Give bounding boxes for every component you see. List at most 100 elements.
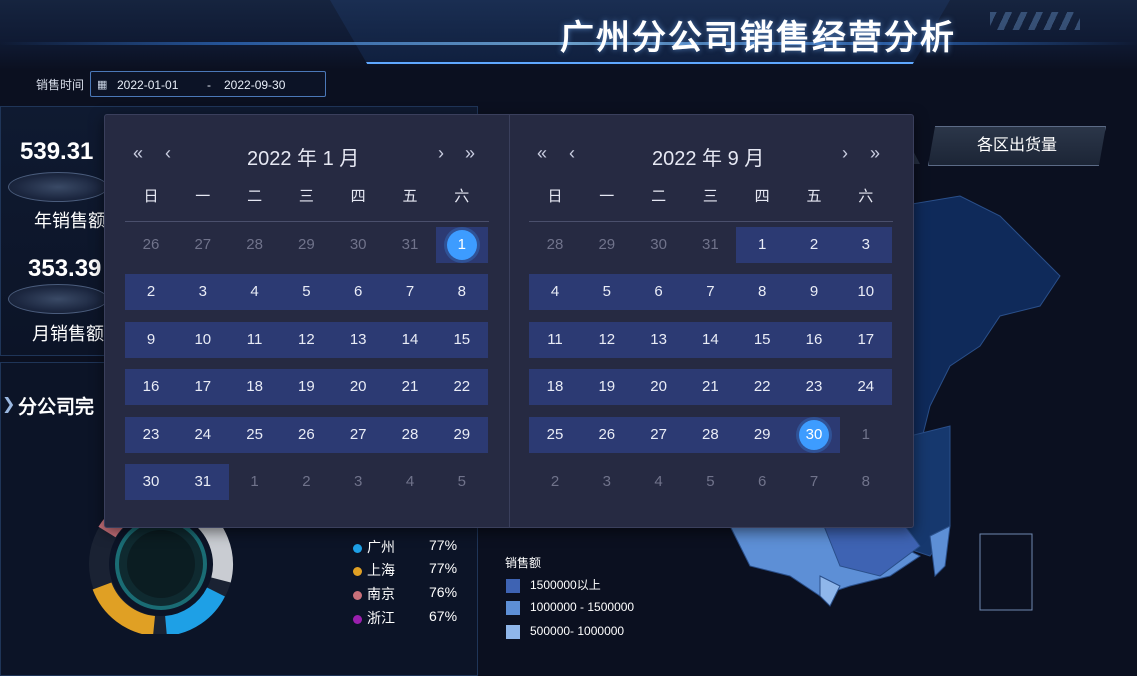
next-year-button[interactable]: »: [870, 143, 880, 164]
calendar-day-left[interactable]: 30: [332, 227, 384, 263]
calendar-day-left[interactable]: 5: [280, 274, 333, 310]
calendar-day-right[interactable]: 4: [633, 464, 685, 500]
calendar-day-left[interactable]: 20: [332, 369, 385, 405]
selected-day-bubble[interactable]: 30: [799, 420, 829, 450]
next-month-button-left[interactable]: ›: [438, 143, 444, 164]
calendar-day-right[interactable]: 4: [529, 274, 581, 310]
calendar-day-right[interactable]: 7: [684, 274, 737, 310]
calendar-day-right[interactable]: 1: [736, 227, 789, 263]
calendar-day-right[interactable]: 2: [529, 464, 581, 500]
calendar-day-left[interactable]: 27: [177, 227, 229, 263]
start-date[interactable]: 2022-01-01: [117, 78, 178, 92]
legend-swatch: [506, 624, 520, 639]
calendar-day-right[interactable]: 26: [580, 417, 633, 453]
calendar-day-left[interactable]: 10: [176, 322, 229, 358]
calendar-day-left[interactable]: 18: [228, 369, 281, 405]
calendar-day-left[interactable]: 6: [332, 274, 385, 310]
calendar-day-left[interactable]: 4: [384, 464, 436, 500]
calendar-day-right[interactable]: 27: [632, 417, 685, 453]
end-date[interactable]: 2022-09-30: [224, 78, 285, 92]
calendar-day-right[interactable]: 9: [788, 274, 840, 310]
date-range-picker[interactable]: « ‹ 2022 年 1 月 › » « ‹ 2022 年 9 月 › » 日 一…: [104, 114, 914, 528]
prev-month-button[interactable]: ‹: [165, 143, 171, 164]
tab-regional-shipments[interactable]: 各区出货量: [928, 126, 1106, 166]
calendar-day-left[interactable]: 17: [176, 369, 229, 405]
calendar-day-left[interactable]: 26: [280, 417, 333, 453]
calendar-day-left[interactable]: 5: [436, 464, 488, 500]
calendar-day-left[interactable]: 22: [435, 369, 488, 405]
calendar-day-left[interactable]: 16: [125, 369, 177, 405]
calendar-day-right[interactable]: 19: [580, 369, 633, 405]
calendar-day-left[interactable]: 28: [384, 417, 436, 453]
calendar-day-right[interactable]: 5: [580, 274, 633, 310]
calendar-day-right[interactable]: 30: [788, 417, 840, 453]
calendar-day-left[interactable]: 31: [176, 464, 229, 500]
calendar-day-left[interactable]: 4: [228, 274, 281, 310]
calendar-day-right[interactable]: 25: [529, 417, 581, 453]
date-range-input[interactable]: ▦ 2022-01-01 - 2022-09-30: [90, 71, 326, 97]
calendar-day-right[interactable]: 13: [632, 322, 685, 358]
calendar-day-right[interactable]: 18: [529, 369, 581, 405]
calendar-day-left[interactable]: 15: [435, 322, 488, 358]
calendar-day-left[interactable]: 3: [332, 464, 384, 500]
calendar-day-right[interactable]: 5: [684, 464, 736, 500]
calendar-day-right[interactable]: 10: [839, 274, 892, 310]
calendar-day-left[interactable]: 14: [384, 322, 436, 358]
calendar-day-left[interactable]: 24: [176, 417, 229, 453]
prev-month-button-right[interactable]: ‹: [569, 143, 575, 164]
calendar-day-left[interactable]: 21: [384, 369, 436, 405]
calendar-day-right[interactable]: 12: [580, 322, 633, 358]
calendar-day-right[interactable]: 31: [684, 227, 736, 263]
calendar-day-left[interactable]: 12: [280, 322, 333, 358]
calendar-day-right[interactable]: 21: [684, 369, 737, 405]
calendar-day-right[interactable]: 3: [839, 227, 892, 263]
calendar-day-right[interactable]: 6: [736, 464, 788, 500]
prev-year-button-right[interactable]: «: [537, 143, 547, 164]
calendar-day-right[interactable]: 8: [840, 464, 892, 500]
selected-day-bubble[interactable]: 1: [446, 230, 477, 260]
calendar-day-right[interactable]: 17: [839, 322, 892, 358]
calendar-day-left[interactable]: 9: [125, 322, 177, 358]
calendar-day-right[interactable]: 1: [840, 417, 892, 453]
calendar-day-left[interactable]: 19: [280, 369, 333, 405]
calendar-day-right[interactable]: 28: [529, 227, 581, 263]
calendar-day-left[interactable]: 27: [332, 417, 385, 453]
calendar-day-right[interactable]: 15: [736, 322, 789, 358]
calendar-day-left[interactable]: 7: [384, 274, 436, 310]
calendar-day-right[interactable]: 29: [736, 417, 789, 453]
calendar-day-left[interactable]: 28: [229, 227, 281, 263]
calendar-day-right[interactable]: 2: [788, 227, 840, 263]
calendar-day-left[interactable]: 11: [228, 322, 281, 358]
calendar-day-left[interactable]: 25: [228, 417, 281, 453]
calendar-day-right[interactable]: 7: [788, 464, 840, 500]
next-month-button[interactable]: ›: [842, 143, 848, 164]
calendar-day-left[interactable]: 1: [435, 227, 488, 263]
calendar-day-right[interactable]: 11: [529, 322, 581, 358]
calendar-day-right[interactable]: 6: [632, 274, 685, 310]
calendar-day-left[interactable]: 2: [125, 274, 177, 310]
next-year-button-left[interactable]: »: [465, 143, 475, 164]
calendar-day-left[interactable]: 8: [435, 274, 488, 310]
calendar-day-right[interactable]: 28: [684, 417, 737, 453]
calendar-day-left[interactable]: 31: [384, 227, 436, 263]
calendar-day-right[interactable]: 20: [632, 369, 685, 405]
calendar-day-right[interactable]: 29: [581, 227, 633, 263]
prev-year-button[interactable]: «: [133, 143, 143, 164]
calendar-day-left[interactable]: 29: [435, 417, 488, 453]
calendar-day-left[interactable]: 23: [125, 417, 177, 453]
calendar-day-right[interactable]: 23: [788, 369, 840, 405]
calendar-day-right[interactable]: 3: [581, 464, 633, 500]
calendar-day-left[interactable]: 30: [125, 464, 177, 500]
calendar-day-right[interactable]: 30: [633, 227, 685, 263]
calendar-day-right[interactable]: 8: [736, 274, 789, 310]
calendar-day-left[interactable]: 1: [229, 464, 281, 500]
calendar-day-left[interactable]: 26: [125, 227, 177, 263]
calendar-day-left[interactable]: 29: [280, 227, 332, 263]
calendar-day-left[interactable]: 3: [176, 274, 229, 310]
calendar-day-right[interactable]: 22: [736, 369, 789, 405]
calendar-day-right[interactable]: 14: [684, 322, 737, 358]
calendar-day-left[interactable]: 13: [332, 322, 385, 358]
calendar-day-right[interactable]: 16: [788, 322, 840, 358]
calendar-day-left[interactable]: 2: [280, 464, 332, 500]
calendar-day-right[interactable]: 24: [839, 369, 892, 405]
